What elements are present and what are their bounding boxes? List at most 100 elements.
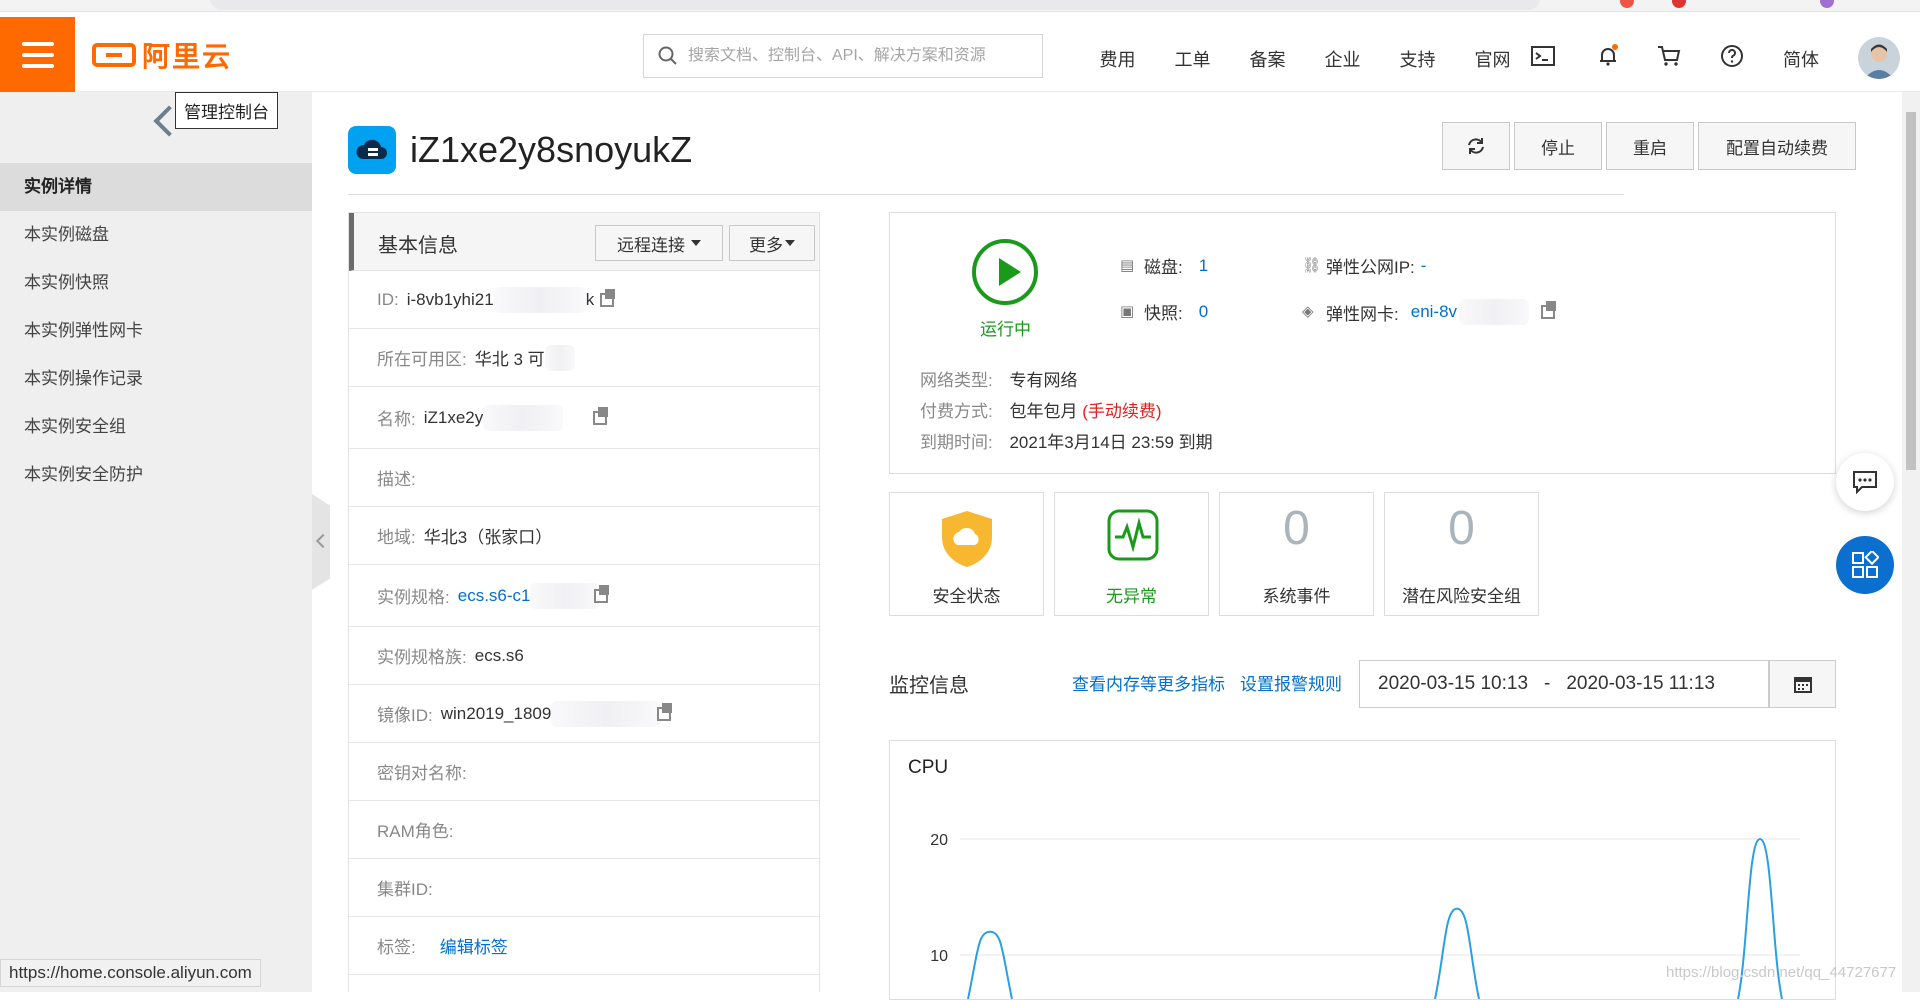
nav-icp[interactable]: 备案 bbox=[1230, 46, 1305, 72]
aliyun-logo-mark bbox=[92, 43, 136, 67]
date-range-end: 2020-03-15 11:13 bbox=[1566, 673, 1715, 694]
snapshot-count-link[interactable]: 0 bbox=[1199, 302, 1208, 322]
sidebar: 管理控制台 实例详情 本实例磁盘 本实例快照 本实例弹性网卡 本实例操作记录 本… bbox=[0, 92, 312, 992]
network-type-label: 网络类型: bbox=[920, 371, 993, 390]
language-switch[interactable]: 简体 bbox=[1783, 46, 1819, 72]
name-label: 名称: bbox=[377, 410, 416, 429]
instance-type-link[interactable]: ecs.s6-c1 bbox=[458, 586, 531, 606]
sidebar-item-instance-detail[interactable]: 实例详情 bbox=[0, 163, 312, 211]
sidebar-item-security-group[interactable]: 本实例安全组 bbox=[0, 403, 312, 451]
search-icon bbox=[658, 46, 677, 65]
zone-value: 华北 3 可 bbox=[474, 350, 545, 369]
date-range-separator: - bbox=[1544, 673, 1551, 694]
chat-button[interactable] bbox=[1836, 453, 1894, 511]
system-events-count: 0 bbox=[1283, 502, 1310, 555]
name-value: iZ1xe2y bbox=[423, 407, 484, 427]
y-tick-label: 20 bbox=[930, 832, 948, 849]
risk-security-group-card[interactable]: 0 潜在风险安全组 bbox=[1384, 492, 1539, 616]
avatar[interactable] bbox=[1858, 37, 1900, 79]
calendar-button[interactable] bbox=[1769, 660, 1836, 708]
refresh-icon bbox=[1468, 138, 1484, 154]
redaction-blur bbox=[1459, 299, 1530, 325]
image-id-label: 镜像ID: bbox=[377, 706, 433, 725]
image-id-value: win2019_1809 bbox=[440, 703, 552, 723]
profile-icon[interactable] bbox=[1820, 0, 1834, 8]
top-navbar: 阿里云 费用 工单 备案 企业 支持 官网 简体 bbox=[0, 12, 1920, 92]
browser-address-bar[interactable] bbox=[210, 0, 1540, 10]
id-value: i-8vb1yhi21 bbox=[406, 289, 494, 309]
hamburger-menu-button[interactable] bbox=[0, 17, 75, 92]
copy-icon[interactable] bbox=[1541, 301, 1557, 319]
instance-type-label: 实例规格: bbox=[377, 588, 450, 607]
redaction-blur bbox=[551, 700, 662, 727]
sidebar-item-eni[interactable]: 本实例弹性网卡 bbox=[0, 307, 312, 355]
logo-text: 阿里云 bbox=[142, 41, 233, 72]
copy-icon[interactable] bbox=[593, 406, 609, 425]
tags-label: 标签: bbox=[377, 938, 416, 957]
info-row-keypair: 密钥对名称: bbox=[349, 743, 819, 801]
sidebar-item-security-protection[interactable]: 本实例安全防护 bbox=[0, 451, 312, 499]
disk-count-link[interactable]: 1 bbox=[1199, 256, 1208, 276]
play-icon[interactable] bbox=[972, 239, 1038, 305]
expiry-value: 2021年3月14日 23:59 到期 bbox=[1009, 433, 1213, 452]
date-range-picker[interactable]: 2020-03-15 10:13 - 2020-03-15 11:13 bbox=[1359, 660, 1769, 708]
security-status-card[interactable]: 安全状态 bbox=[889, 492, 1044, 616]
browser-strip bbox=[0, 0, 1920, 12]
help-icon[interactable] bbox=[1720, 44, 1744, 68]
page-scrollbar[interactable] bbox=[1902, 92, 1920, 992]
info-row-region: 地域: 华北3（张家口） bbox=[349, 507, 819, 565]
eni-summary: ◈ 弹性网卡: eni-8v bbox=[1302, 299, 1557, 325]
eni-link[interactable]: eni-8v bbox=[1411, 302, 1457, 322]
sidebar-item-disks[interactable]: 本实例磁盘 bbox=[0, 211, 312, 259]
shield-icon bbox=[942, 511, 992, 567]
stop-button[interactable]: 停止 bbox=[1514, 122, 1602, 170]
terminal-icon[interactable] bbox=[1531, 44, 1555, 68]
more-button[interactable]: 更多 bbox=[729, 225, 815, 261]
nav-official-site[interactable]: 官网 bbox=[1455, 46, 1530, 72]
system-events-card[interactable]: 0 系统事件 bbox=[1219, 492, 1374, 616]
edit-tags-link[interactable]: 编辑标签 bbox=[440, 933, 508, 958]
more-label: 更多 bbox=[749, 235, 783, 255]
refresh-button[interactable] bbox=[1442, 122, 1510, 170]
apps-button[interactable] bbox=[1836, 536, 1894, 594]
cart-icon[interactable] bbox=[1657, 44, 1681, 68]
risk-security-group-label: 潜在风险安全组 bbox=[1402, 587, 1521, 606]
info-row-name: 名称: iZ1xe2y bbox=[349, 387, 819, 449]
nav-tickets[interactable]: 工单 bbox=[1155, 46, 1230, 72]
nav-support[interactable]: 支持 bbox=[1380, 46, 1455, 72]
sidebar-item-operation-log[interactable]: 本实例操作记录 bbox=[0, 355, 312, 403]
scrollbar-thumb[interactable] bbox=[1906, 112, 1916, 470]
info-row-id: ID: i-8vb1yhi21 k bbox=[349, 271, 819, 329]
info-row-instance-type: 实例规格: ecs.s6-c1 bbox=[349, 565, 819, 627]
restart-button[interactable]: 重启 bbox=[1606, 122, 1694, 170]
no-anomaly-card[interactable]: 无异常 bbox=[1054, 492, 1209, 616]
global-search[interactable] bbox=[643, 34, 1043, 78]
sidebar-item-snapshots[interactable]: 本实例快照 bbox=[0, 259, 312, 307]
info-row-description: 描述: bbox=[349, 449, 819, 507]
expiry-label: 到期时间: bbox=[920, 433, 993, 452]
more-metrics-link[interactable]: 查看内存等更多指标 bbox=[1072, 670, 1225, 695]
redaction-blur bbox=[544, 344, 575, 371]
description-label: 描述: bbox=[377, 470, 416, 489]
extension-icon[interactable] bbox=[1620, 0, 1634, 8]
title-divider bbox=[348, 194, 1624, 195]
eip-value[interactable]: - bbox=[1421, 256, 1427, 276]
network-type-value: 专有网络 bbox=[1009, 371, 1078, 390]
remote-connect-button[interactable]: 远程连接 bbox=[595, 225, 723, 261]
copy-icon[interactable] bbox=[657, 702, 673, 721]
nav-enterprise[interactable]: 企业 bbox=[1305, 46, 1380, 72]
auto-renew-button[interactable]: 配置自动续费 bbox=[1698, 122, 1856, 170]
nav-billing[interactable]: 费用 bbox=[1080, 46, 1155, 72]
watermark: https://blog.csdn.net/qq_44727677 bbox=[1666, 964, 1897, 981]
alarm-rules-link[interactable]: 设置报警规则 bbox=[1240, 670, 1342, 695]
bell-icon[interactable] bbox=[1596, 44, 1620, 68]
basic-info-panel: 基本信息 远程连接 更多 ID: i-8vb1yhi21 k 所在可用区: 华北… bbox=[348, 212, 820, 992]
copy-icon[interactable] bbox=[594, 584, 610, 603]
cluster-id-label: 集群ID: bbox=[377, 880, 433, 899]
main-content: iZ1xe2y8snoyukZ 停止 重启 配置自动续费 基本信息 远程连接 更… bbox=[312, 92, 1920, 1000]
cpu-chart-svg: 2010 bbox=[930, 832, 1800, 999]
search-input[interactable] bbox=[688, 47, 1028, 65]
aliyun-logo[interactable]: 阿里云 bbox=[92, 39, 232, 72]
copy-icon[interactable] bbox=[600, 288, 616, 307]
extension-icon[interactable] bbox=[1672, 0, 1686, 8]
